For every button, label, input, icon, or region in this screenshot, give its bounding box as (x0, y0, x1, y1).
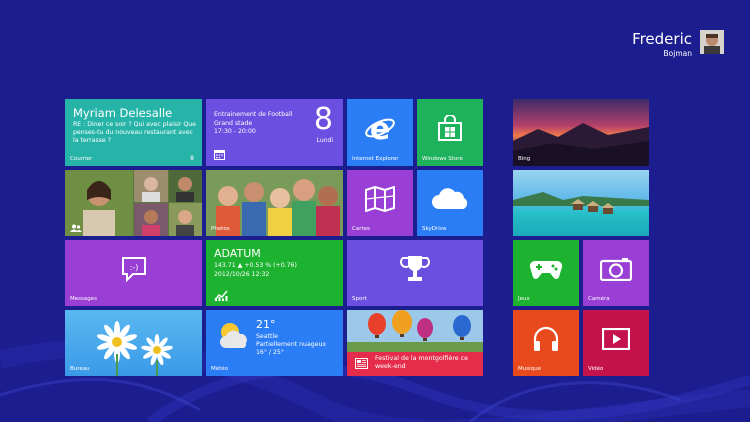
tile-photos[interactable]: Photos (206, 170, 343, 236)
stock-datetime: 2012/10/26 12:32 (214, 271, 270, 278)
mail-preview: RE : Diner ce soir ? Qui avec plaisir Qu… (73, 121, 196, 144)
tile-label: Messages (70, 296, 97, 302)
beach-image (513, 192, 649, 214)
news-icon (355, 358, 368, 369)
chart-icon (214, 290, 228, 301)
day-number: 8 (313, 102, 333, 137)
tile-label: Cartes (352, 226, 370, 232)
tile-messages[interactable]: :-) Messages (65, 240, 202, 306)
user-last-name: Bojman (663, 49, 692, 58)
tile-news[interactable]: Festival de la montgolfière ce week-end (347, 310, 483, 376)
tile-label: SkyDrive (422, 226, 447, 232)
tile-music[interactable]: Musique (513, 310, 579, 376)
people-icon (70, 224, 82, 232)
tile-windows-store[interactable]: Windows Store (417, 99, 483, 166)
svg-text:e: e (370, 113, 390, 143)
weather-condition: Partiellement nuageux (256, 341, 327, 348)
event-location: Grand stade (214, 119, 253, 127)
tile-travel[interactable] (513, 170, 649, 236)
tile-bing[interactable]: Bing (513, 99, 649, 166)
tile-label: Vidéo (588, 366, 604, 372)
tile-weather[interactable]: 21° Seattle Partiellement nuageux 16° / … (206, 310, 343, 376)
tile-maps[interactable]: Cartes (347, 170, 413, 236)
sunset-image (513, 123, 649, 166)
tile-label: Bureau (70, 366, 90, 372)
tile-label: Jeux (518, 296, 530, 302)
event-title: Entrainement de Football (214, 111, 293, 118)
camera-icon (600, 258, 632, 282)
stock-symbol: ADATUM (214, 247, 261, 260)
news-caption-bar: Festival de la montgolfière ce week-end (347, 352, 483, 376)
tile-camera[interactable]: Caméra (583, 240, 649, 306)
tile-label: Internet Explorer (352, 156, 399, 162)
tile-calendar[interactable]: Entrainement de Football Grand stade 17:… (206, 99, 343, 166)
map-icon (365, 186, 395, 213)
tile-mail[interactable]: Myriam Delesalle RE : Diner ce soir ? Qu… (65, 99, 202, 166)
day-name: Lundi (316, 137, 333, 144)
internet-explorer-icon: e (365, 113, 395, 143)
messaging-icon: :-) (121, 257, 146, 283)
tile-desktop[interactable]: Bureau (65, 310, 202, 376)
tile-label: Caméra (588, 296, 610, 302)
weather-range: 16° / 25° (256, 349, 284, 356)
event-time: 17:30 - 20:00 (214, 128, 256, 135)
cloud-icon (432, 188, 468, 210)
partly-cloudy-icon (220, 323, 247, 348)
tile-label: Bing (518, 156, 531, 162)
stock-change: 143.71 ▲ +0.53 % (+0.76) (214, 262, 297, 269)
tile-label: Musique (518, 366, 541, 372)
video-play-icon (602, 328, 630, 351)
trophy-icon (400, 256, 430, 282)
unread-count: 8 (190, 155, 194, 162)
balloons-image (347, 310, 483, 352)
tile-label: Sport (352, 296, 367, 302)
news-caption: Festival de la montgolfière ce week-end (375, 355, 469, 370)
shopping-bag-icon (438, 115, 462, 142)
tile-people[interactable] (65, 170, 202, 236)
tile-sport[interactable]: Sport (347, 240, 483, 306)
calendar-event: Entrainement de Football Grand stade 17:… (214, 111, 292, 137)
calendar-icon (214, 150, 225, 160)
headphones-icon (533, 327, 559, 352)
tile-finance[interactable]: ADATUM 143.71 ▲ +0.53 % (+0.76) 2012/10/… (206, 240, 343, 306)
game-controller-icon (529, 261, 563, 279)
weather-city: Seattle (256, 333, 278, 340)
tile-video[interactable]: Vidéo (583, 310, 649, 376)
people-photos (65, 170, 202, 236)
user-first-name: Frederic (632, 30, 692, 48)
mail-sender: Myriam Delesalle (73, 106, 173, 120)
svg-text::-): :-) (129, 263, 138, 272)
tile-internet-explorer[interactable]: e Internet Explorer (347, 99, 413, 166)
tile-label: Courrier (70, 156, 93, 162)
tile-label: Windows Store (422, 156, 463, 162)
tile-label: Météo (211, 366, 229, 372)
tile-label: Photos (211, 226, 230, 232)
avatar[interactable] (700, 30, 724, 54)
tile-games[interactable]: Jeux (513, 240, 579, 306)
tile-skydrive[interactable]: SkyDrive (417, 170, 483, 236)
weather-temperature: 21° (256, 318, 276, 331)
